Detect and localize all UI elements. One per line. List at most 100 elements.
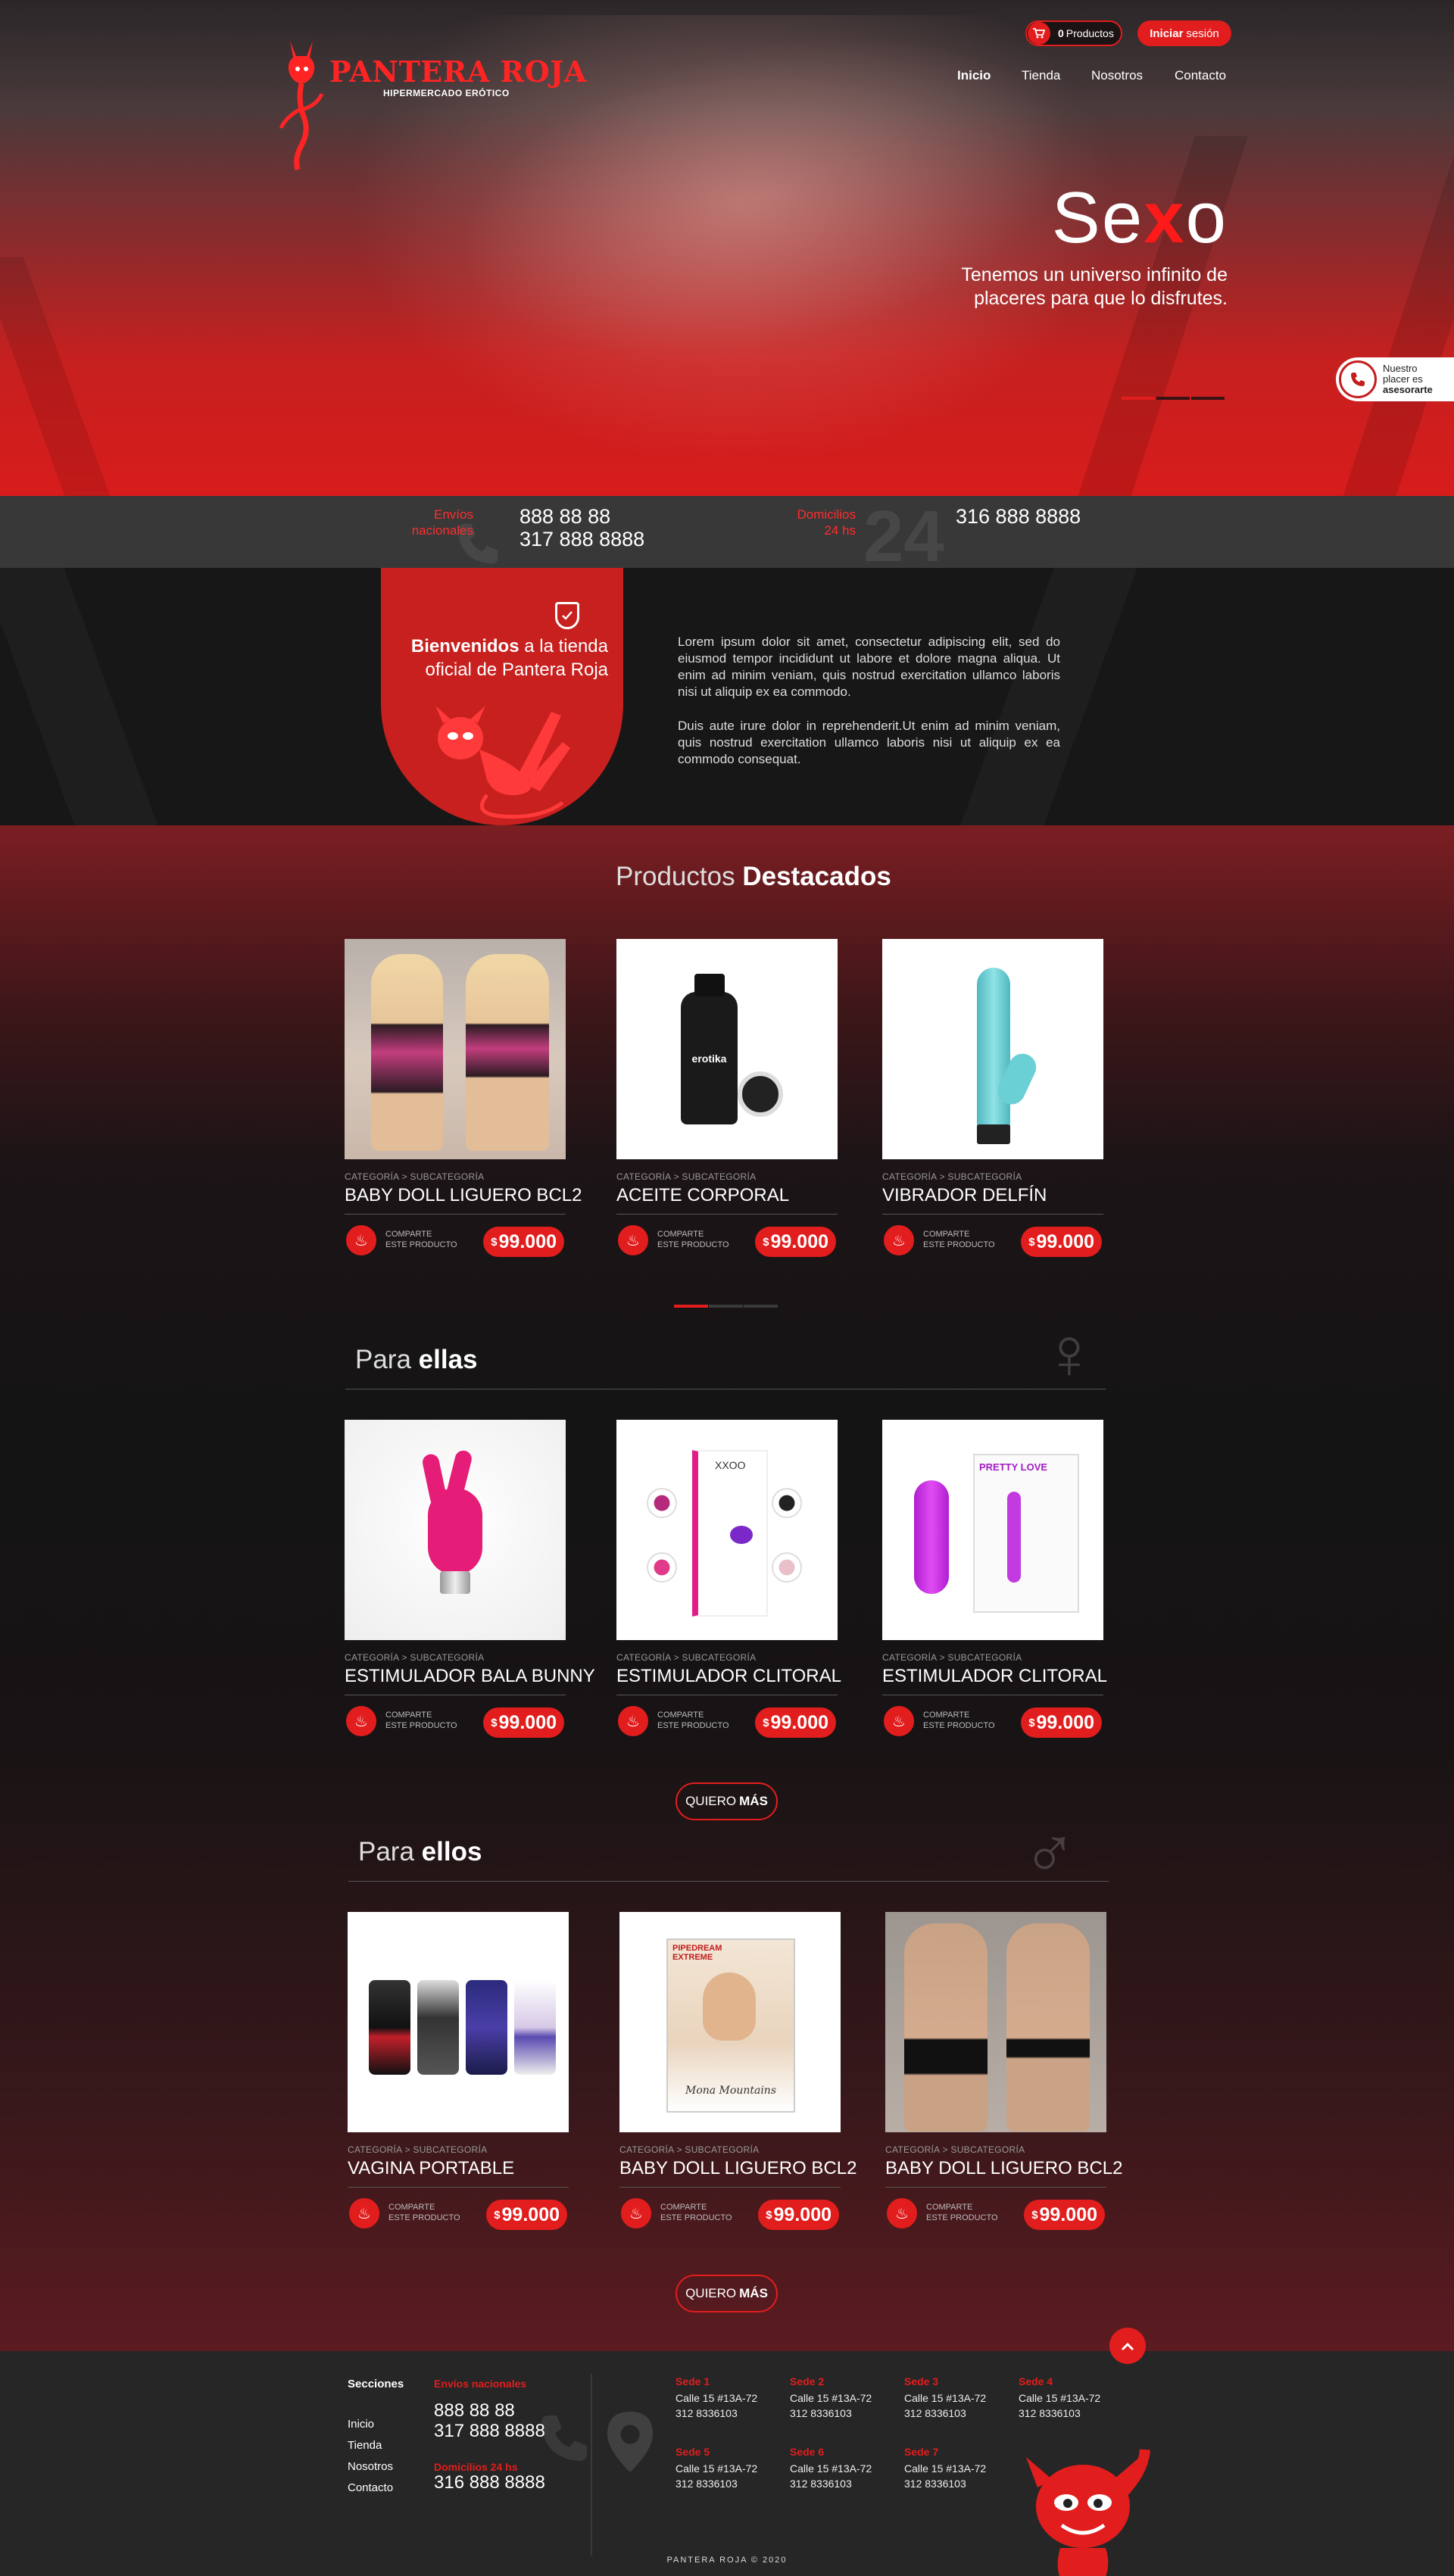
sede-7-addr: Calle 15 #13A-72 <box>904 2462 987 2475</box>
back-to-top-button[interactable] <box>1109 2328 1146 2364</box>
sede-5-info: Calle 15 #13A-72 312 8336103 <box>676 2461 757 2491</box>
product-image[interactable] <box>345 1420 566 1640</box>
share-label-2: ESTE PRODUCTO <box>388 2213 460 2222</box>
share-label-1: COMPARTE <box>660 2203 707 2212</box>
product-divider <box>885 2187 1106 2188</box>
product-card[interactable]: PRETTY LOVE CATEGORÍA > SUBCATEGORÍA EST… <box>882 1420 1107 1739</box>
more-ellos-button[interactable]: QUIERO MÁS <box>676 2275 778 2312</box>
share-label: COMPARTE ESTE PRODUCTO <box>923 1710 995 1731</box>
sede-2-addr: Calle 15 #13A-72 <box>790 2392 872 2404</box>
flame-icon[interactable]: ♨ <box>618 1225 648 1255</box>
sleeve-3 <box>466 1980 507 2075</box>
product-card[interactable]: XXOO CATEGORÍA > SUBCATEGORÍA ESTIMULADO… <box>616 1420 841 1739</box>
nav-contacto[interactable]: Contacto <box>1175 68 1226 83</box>
product-image[interactable] <box>885 1912 1106 2132</box>
footer-link-nosotros[interactable]: Nosotros <box>348 2460 393 2473</box>
share-label-1: COMPARTE <box>923 1230 970 1239</box>
ellos-title: Para ellos <box>358 1837 482 1867</box>
product-name[interactable]: BABY DOLL LIGUERO BCL2 <box>345 1185 582 1206</box>
welcome-paragraph-2: Duis aute irure dolor in reprehenderit.U… <box>678 719 1060 766</box>
package-product <box>1007 1492 1021 1583</box>
footer-link-tienda[interactable]: Tienda <box>348 2439 382 2452</box>
sede-3-name: Sede 3 <box>904 2375 939 2387</box>
flame-icon[interactable]: ♨ <box>884 1706 914 1736</box>
flame-icon[interactable]: ♨ <box>884 1225 914 1255</box>
product-card[interactable]: CATEGORÍA > SUBCATEGORÍA VIBRADOR DELFÍN… <box>882 939 1103 1258</box>
carousel-dot-2[interactable] <box>709 1305 743 1308</box>
product-name[interactable]: VAGINA PORTABLE <box>348 2158 569 2179</box>
sede-2-phone: 312 8336103 <box>790 2407 852 2419</box>
featured-carousel-dots <box>674 1305 778 1308</box>
more-ellas-button[interactable]: QUIERO MÁS <box>676 1782 778 1820</box>
product-card[interactable]: CATEGORÍA > SUBCATEGORÍA BABY DOLL LIGUE… <box>885 1912 1122 2231</box>
product-name[interactable]: VIBRADOR DELFÍN <box>882 1185 1103 1206</box>
sede-3-addr: Calle 15 #13A-72 <box>904 2392 987 2404</box>
flame-icon[interactable]: ♨ <box>346 1225 376 1255</box>
carousel-dot-1[interactable] <box>674 1305 708 1308</box>
product-category: CATEGORÍA > SUBCATEGORÍA <box>348 2144 488 2155</box>
product-name[interactable]: BABY DOLL LIGUERO BCL2 <box>885 2158 1122 2179</box>
bottle-label: erotika <box>691 1053 727 1065</box>
featured-title-light: Productos <box>616 862 735 891</box>
nav-tienda[interactable]: Tienda <box>1022 68 1060 83</box>
logo-subtitle: HIPERMERCADO ERÓTICO <box>383 88 510 98</box>
price-currency: $ <box>763 1716 769 1729</box>
slider-dot-3[interactable] <box>1191 397 1225 400</box>
advisor-line-1: Nuestro <box>1383 363 1418 374</box>
flame-icon[interactable]: ♨ <box>887 2198 917 2228</box>
domicilios-label-2: 24 hs <box>824 523 856 538</box>
flame-icon[interactable]: ♨ <box>346 1706 376 1736</box>
nav-nosotros[interactable]: Nosotros <box>1091 68 1143 83</box>
flame-icon[interactable]: ♨ <box>618 1706 648 1736</box>
hero-title-x: x <box>1144 177 1186 258</box>
slider-dot-2[interactable] <box>1156 397 1190 400</box>
product-name[interactable]: ESTIMULADOR CLITORAL <box>616 1666 841 1687</box>
login-button[interactable]: Iniciar sesión <box>1137 20 1231 46</box>
login-label-rest: sesión <box>1186 27 1219 40</box>
product-footer: ♨ COMPARTE ESTE PRODUCTO $99.000 <box>616 1703 838 1739</box>
hero-decor-left <box>0 257 280 496</box>
product-image[interactable]: XXOO <box>616 1420 838 1640</box>
cart-button[interactable]: 0 Productos <box>1025 20 1122 46</box>
product-name[interactable]: BABY DOLL LIGUERO BCL2 <box>619 2158 856 2179</box>
product-card[interactable]: CATEGORÍA > SUBCATEGORÍA VAGINA PORTABLE… <box>348 1912 569 2231</box>
footer-link-inicio[interactable]: Inicio <box>348 2418 374 2431</box>
price-value: 99.000 <box>1036 1711 1094 1733</box>
domicilios-24-bg: 24 <box>863 496 944 577</box>
product-price: $99.000 <box>755 1707 836 1738</box>
product-card[interactable]: CATEGORÍA > SUBCATEGORÍA ESTIMULADOR BAL… <box>345 1420 595 1739</box>
product-divider <box>345 1214 566 1215</box>
envios-label-1: Envíos <box>434 507 473 522</box>
product-image[interactable]: PIPEDREAM EXTREME Mona Mountains <box>619 1912 841 2132</box>
product-card[interactable]: PIPEDREAM EXTREME Mona Mountains CATEGOR… <box>619 1912 856 2231</box>
product-price: $99.000 <box>1021 1707 1102 1738</box>
product-image[interactable] <box>882 939 1103 1159</box>
product-name[interactable]: ACEITE CORPORAL <box>616 1185 838 1206</box>
footer-link-contacto[interactable]: Contacto <box>348 2481 393 2494</box>
product-card[interactable]: CATEGORÍA > SUBCATEGORÍA BABY DOLL LIGUE… <box>345 939 582 1258</box>
location-pin-icon <box>607 2412 653 2472</box>
product-name[interactable]: ESTIMULADOR BALA BUNNY <box>345 1666 595 1687</box>
slider-dot-1[interactable] <box>1122 397 1155 400</box>
product-price: $99.000 <box>1024 2200 1105 2230</box>
egg-4 <box>772 1552 802 1583</box>
flame-icon[interactable]: ♨ <box>349 2198 379 2228</box>
nav-inicio[interactable]: Inicio <box>957 68 991 83</box>
carousel-dot-3[interactable] <box>744 1305 778 1308</box>
product-image[interactable]: PRETTY LOVE <box>882 1420 1103 1640</box>
flame-icon[interactable]: ♨ <box>621 2198 651 2228</box>
product-card[interactable]: erotika CATEGORÍA > SUBCATEGORÍA ACEITE … <box>616 939 838 1258</box>
share-label: COMPARTE ESTE PRODUCTO <box>388 2202 460 2223</box>
male-symbol-icon: ♂ <box>1022 1813 1077 1894</box>
cart-icon <box>1028 22 1050 45</box>
domicilios-label: Domicilios 24 hs <box>772 507 856 538</box>
box-brand: PIPEDREAM EXTREME <box>672 1944 722 1962</box>
advisor-whatsapp-button[interactable]: Nuestro placer es asesorarte <box>1336 357 1454 401</box>
product-image[interactable] <box>345 939 566 1159</box>
product-name[interactable]: ESTIMULADOR CLITORAL <box>882 1666 1107 1687</box>
sede-5-name: Sede 5 <box>676 2446 710 2458</box>
site-logo[interactable]: PANTERA ROJA HIPERMERCADO ERÓTICO <box>275 33 586 173</box>
product-image[interactable] <box>348 1912 569 2132</box>
share-label: COMPARTE ESTE PRODUCTO <box>657 1229 729 1250</box>
product-image[interactable]: erotika <box>616 939 838 1159</box>
